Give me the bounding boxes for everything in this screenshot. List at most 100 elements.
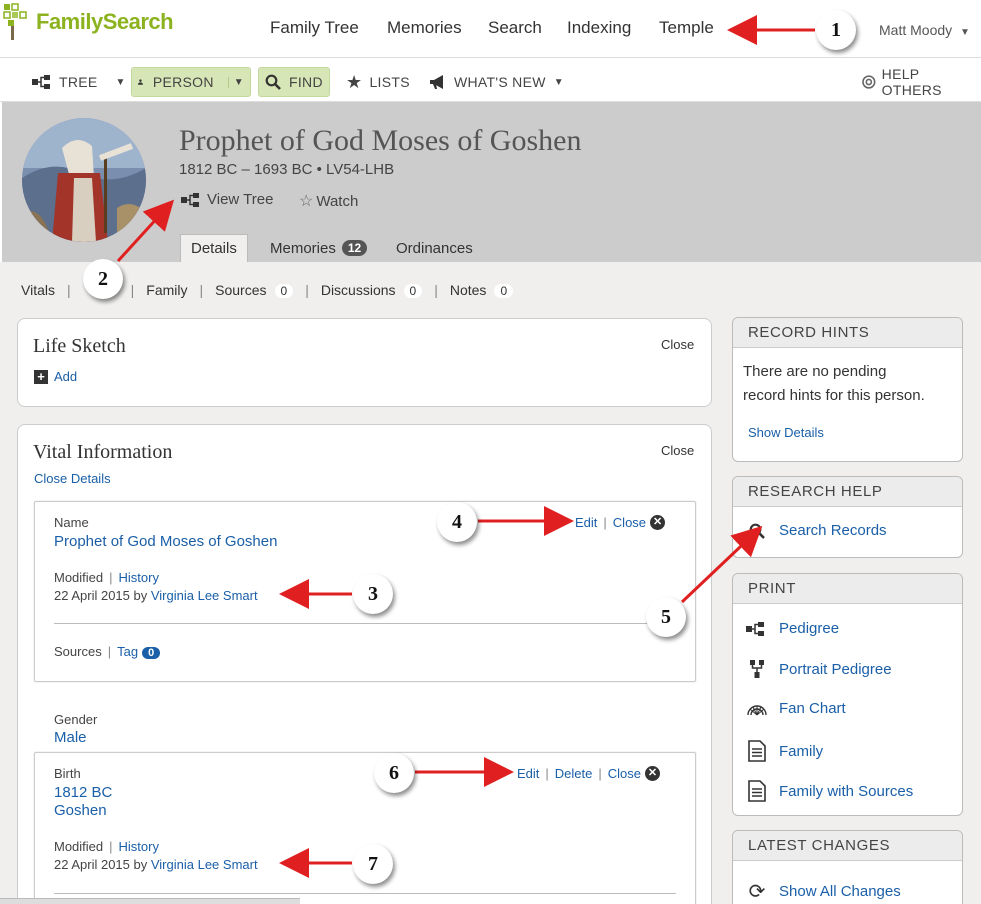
print-portrait-pedigree-link[interactable]: Portrait Pedigree — [745, 660, 892, 678]
whats-new-label: WHAT'S NEW — [454, 74, 546, 90]
familysearch-logo[interactable]: FamilySearch — [2, 2, 174, 42]
separator: | — [66, 282, 71, 298]
life-sketch-title: Life Sketch — [33, 335, 126, 357]
tree-menu-button[interactable]: TREE ▼ — [32, 67, 126, 97]
tag-count-pill: 0 — [142, 647, 161, 659]
birth-edit-link[interactable]: Edit — [517, 766, 539, 781]
birth-close-link[interactable]: Close — [608, 766, 641, 781]
lifebuoy-icon — [862, 75, 876, 89]
subnav-notes[interactable]: Notes 0 — [450, 282, 514, 298]
close-circle-icon[interactable]: ✕ — [645, 766, 661, 781]
close-details-link[interactable]: Close Details — [34, 471, 111, 486]
tab-ordinances[interactable]: Ordinances — [386, 234, 483, 262]
help-others-button[interactable]: HELP OTHERS — [862, 66, 981, 98]
nav-memories[interactable]: Memories — [387, 18, 462, 38]
life-sketch-close[interactable]: Close — [661, 337, 694, 352]
callout-3: 3 — [353, 574, 393, 614]
subnav-sources[interactable]: Sources 0 — [215, 282, 294, 298]
record-hints-text: There are no pending record hints for th… — [743, 360, 925, 408]
family-label: Family — [779, 742, 824, 760]
separator: | — [130, 282, 135, 298]
tab-details[interactable]: Details — [180, 234, 248, 262]
lists-button[interactable]: ★ LISTS — [346, 67, 410, 97]
person-label: PERSON — [152, 74, 214, 90]
print-fan-chart-link[interactable]: Fan Chart — [745, 700, 846, 717]
separator: | — [199, 282, 204, 298]
name-value[interactable]: Prophet of God Moses of Goshen — [54, 533, 277, 550]
show-all-changes-link[interactable]: ⟳ Show All Changes — [745, 879, 901, 904]
callout-4: 4 — [437, 502, 477, 542]
record-hints-panel: RECORD HINTS There are no pending record… — [732, 317, 963, 462]
tab-memories[interactable]: Memories 12 — [260, 234, 377, 262]
print-family-link[interactable]: Family — [745, 740, 823, 762]
modified-label: Modified — [54, 570, 104, 585]
logo-text: FamilySearch — [36, 9, 174, 34]
whats-new-button[interactable]: WHAT'S NEW ▼ — [429, 67, 564, 97]
subnav-discussions[interactable]: Discussions 0 — [321, 282, 423, 298]
nav-search[interactable]: Search — [488, 18, 542, 38]
sources-label: Sources — [54, 644, 102, 659]
megaphone-icon — [430, 75, 443, 89]
fan-chart-label: Fan Chart — [779, 700, 846, 717]
portrait-image — [22, 118, 146, 242]
find-button[interactable]: FIND — [258, 67, 330, 97]
subnav-family[interactable]: Family — [146, 282, 187, 298]
vital-information-card: Vital Information Close Close Details Na… — [17, 424, 712, 904]
vital-information-title: Vital Information — [33, 441, 173, 463]
birth-place[interactable]: Goshen — [54, 802, 107, 819]
name-label: Name — [54, 515, 89, 530]
pedigree-icon — [745, 621, 769, 636]
tag-link[interactable]: Tag — [117, 644, 138, 659]
view-tree-link[interactable]: View Tree — [181, 191, 273, 208]
tree-toolbar: TREE ▼ PERSON ▼ FIND ★ LISTS WHAT'S NEW … — [0, 62, 981, 102]
subnav-vitals[interactable]: Vitals — [21, 282, 55, 298]
pedigree-label: Pedigree — [779, 620, 840, 637]
name-close-link[interactable]: Close — [613, 515, 646, 530]
horizontal-scrollbar[interactable] — [0, 898, 300, 904]
nav-indexing[interactable]: Indexing — [567, 18, 631, 38]
name-modified-by: 22 April 2015 by Virginia Lee Smart — [54, 588, 258, 603]
name-sources-row: Sources | Tag 0 — [54, 644, 161, 659]
person-menu-button[interactable]: PERSON ▼ — [131, 67, 251, 97]
modified-date: 22 April 2015 by — [54, 588, 148, 603]
history-link[interactable]: History — [119, 839, 159, 854]
portrait-pedigree-label: Portrait Pedigree — [779, 660, 892, 678]
document-icon — [745, 780, 769, 802]
help-others-label: HELP OTHERS — [881, 66, 942, 98]
print-pedigree-link[interactable]: Pedigree — [745, 620, 839, 637]
user-menu[interactable]: Matt Moody ▼ — [879, 22, 970, 38]
modified-by-link[interactable]: Virginia Lee Smart — [151, 857, 258, 872]
name-actions: Edit | Close ✕ — [575, 515, 666, 530]
nav-temple[interactable]: Temple — [659, 18, 714, 38]
fan-chart-icon — [745, 702, 769, 716]
lists-label: LISTS — [369, 74, 410, 90]
birth-date[interactable]: 1812 BC — [54, 784, 112, 801]
vital-information-close[interactable]: Close — [661, 443, 694, 458]
show-details-link[interactable]: Show Details — [748, 425, 824, 440]
birth-delete-link[interactable]: Delete — [555, 766, 593, 781]
history-link[interactable]: History — [119, 570, 159, 585]
search-records-link[interactable]: Search Records — [745, 522, 887, 539]
callout-7: 7 — [353, 844, 393, 884]
divider — [54, 623, 676, 624]
modified-date: 22 April 2015 by — [54, 857, 148, 872]
tree-icon — [32, 75, 50, 89]
nav-family-tree[interactable]: Family Tree — [270, 18, 359, 38]
magnifier-icon — [265, 74, 281, 90]
memories-count-badge: 12 — [341, 240, 368, 256]
print-family-with-sources-link[interactable]: Family with Sources — [745, 780, 913, 802]
modified-by-link[interactable]: Virginia Lee Smart — [151, 588, 258, 603]
callout-5: 5 — [646, 597, 686, 637]
discussions-count-pill: 0 — [403, 284, 423, 298]
name-edit-link[interactable]: Edit — [575, 515, 597, 530]
gender-value[interactable]: Male — [54, 729, 87, 746]
life-sketch-add[interactable]: + Add — [34, 369, 77, 384]
caret-down-icon: ▼ — [960, 27, 970, 38]
person-portrait[interactable] — [22, 118, 146, 242]
portrait-pedigree-icon — [745, 660, 769, 678]
separator: | — [598, 766, 602, 781]
subnav-sources-label: Sources — [215, 282, 267, 298]
watch-label: Watch — [316, 192, 359, 210]
close-circle-icon[interactable]: ✕ — [650, 515, 666, 530]
watch-link[interactable]: ☆ Watch — [299, 191, 358, 211]
